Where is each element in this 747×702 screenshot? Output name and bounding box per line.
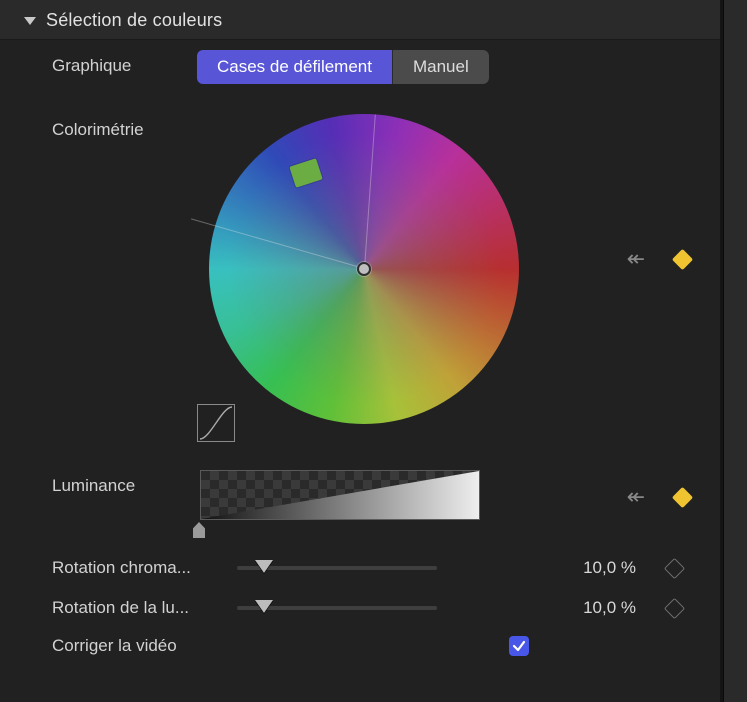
section-title: Sélection de couleurs	[46, 10, 222, 31]
rotation-chroma-label: Rotation chroma...	[52, 558, 237, 578]
keyframe-diamond-icon[interactable]	[672, 486, 693, 507]
graphique-segmented-control[interactable]: Cases de défilement Manuel	[197, 50, 489, 84]
disclosure-triangle-icon[interactable]	[24, 17, 36, 25]
graphique-label: Graphique	[52, 50, 197, 76]
luminance-gradient-slider[interactable]	[200, 470, 480, 520]
checkmark-icon	[512, 639, 526, 653]
rotation-luma-label: Rotation de la lu...	[52, 598, 237, 618]
rotation-chroma-slider[interactable]	[237, 556, 437, 580]
reset-arrow-icon[interactable]: ↞	[627, 484, 639, 510]
color-wheel-center-handle[interactable]	[357, 262, 371, 276]
luminance-label: Luminance	[52, 470, 197, 496]
segment-cases-de-defilement[interactable]: Cases de défilement	[197, 50, 392, 84]
reset-arrow-icon[interactable]: ↞	[627, 246, 639, 272]
rotation-chroma-value[interactable]: 10,0 %	[546, 558, 636, 578]
rotation-luma-value[interactable]: 10,0 %	[546, 598, 636, 618]
rotation-luma-slider[interactable]	[237, 596, 437, 620]
keyframe-diamond-icon[interactable]	[672, 248, 693, 269]
slider-thumb[interactable]	[255, 600, 273, 613]
slider-thumb[interactable]	[255, 560, 273, 573]
segment-manuel[interactable]: Manuel	[392, 50, 489, 84]
corriger-video-label: Corriger la vidéo	[52, 636, 237, 656]
color-wheel[interactable]	[209, 114, 519, 424]
curve-icon[interactable]	[197, 404, 235, 442]
corriger-video-checkbox[interactable]	[509, 636, 529, 656]
right-edge-strip	[723, 0, 747, 702]
section-header[interactable]: Sélection de couleurs	[0, 0, 720, 40]
colorimetrie-label: Colorimétrie	[52, 114, 197, 140]
keyframe-diamond-icon[interactable]	[664, 557, 685, 578]
keyframe-diamond-icon[interactable]	[664, 597, 685, 618]
